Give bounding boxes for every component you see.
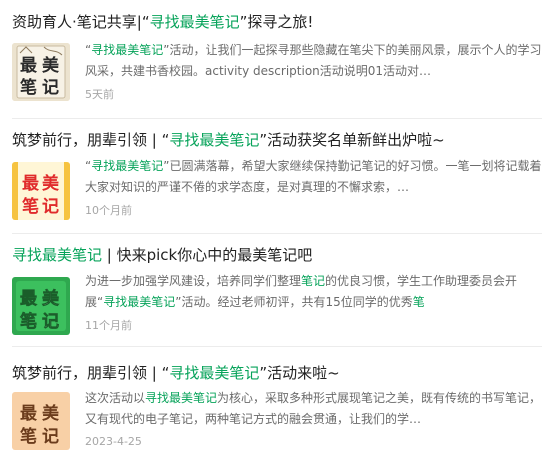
svg-text:记: 记 (42, 427, 59, 447)
svg-text:最: 最 (22, 174, 40, 194)
title-highlight: 寻找最美笔记 (169, 364, 260, 382)
svg-text:最: 最 (20, 289, 38, 309)
article-date: 2023-4-25 (85, 435, 142, 448)
title-highlight: 寻找最美笔记 (149, 13, 240, 31)
svg-text:最: 最 (20, 56, 38, 76)
article-snippet: “寻找最美笔记”已圆满落幕，希望大家继续保持勤记笔记的好习惯。一笔一划将记载着大… (85, 159, 542, 194)
title-text: 筑梦前行，朋辈引领 | “ (12, 131, 170, 149)
snippet-text: 这次活动以 (85, 391, 146, 405)
divider (12, 118, 542, 119)
svg-text:美: 美 (42, 403, 60, 424)
article-title[interactable]: 筑梦前行，朋辈引领 | “寻找最美笔记”活动获奖名单新鲜出炉啦~ (12, 130, 544, 150)
svg-text:记: 记 (42, 197, 59, 217)
article-thumbnail[interactable]: 最 美 笔 记 (12, 392, 70, 450)
snippet-highlight: 寻找最美笔记 (91, 159, 164, 173)
snippet-highlight: 寻找最美笔记 (91, 43, 164, 57)
snippet-text: 为进一步加强学风建设，培养同学们整理 (85, 274, 302, 288)
title-text: ”活动获奖名单新鲜出炉啦~ (259, 131, 445, 149)
svg-text:美: 美 (42, 173, 60, 194)
divider (12, 233, 542, 234)
article-title[interactable]: 筑梦前行，朋辈引领 | “寻找最美笔记”活动来啦~ (12, 363, 544, 383)
article-thumbnail[interactable]: 最 美 笔 记 (12, 162, 70, 220)
svg-text:笔: 笔 (20, 77, 37, 98)
snippet-text: ”活动。经过老师初评，共有15位同学的优秀 (175, 295, 413, 309)
svg-text:笔: 笔 (20, 426, 37, 447)
search-results-feed: 资助育人·笔记共享|“寻找最美笔记”探寻之旅! 最 美 笔 记 “寻找最美笔记”… (0, 0, 550, 458)
article-thumbnail[interactable]: 最 美 笔 记 (12, 43, 70, 101)
title-text: 筑梦前行，朋辈引领 | “ (12, 364, 170, 382)
snippet-highlight: 笔 (412, 295, 425, 309)
snippet-highlight: 笔记 (301, 274, 326, 288)
title-text: ”探寻之旅! (239, 13, 314, 31)
svg-text:美: 美 (42, 55, 60, 76)
svg-text:笔: 笔 (20, 311, 37, 332)
title-highlight: 寻找最美笔记 (169, 131, 260, 149)
snippet-highlight: 寻找最美笔记 (103, 295, 176, 309)
article-date: 5天前 (85, 88, 114, 101)
title-text: ”活动来啦~ (259, 364, 340, 382)
article-thumbnail[interactable]: 最 美 笔 记 (12, 277, 70, 335)
title-text: 资助育人·笔记共享|“ (12, 13, 150, 31)
svg-text:记: 记 (42, 78, 59, 98)
article-title[interactable]: 资助育人·笔记共享|“寻找最美笔记”探寻之旅! (12, 12, 544, 32)
article-date: 10个月前 (85, 204, 132, 217)
svg-text:记: 记 (42, 312, 59, 332)
svg-text:最: 最 (20, 404, 38, 424)
snippet-highlight: 寻找最美笔记 (145, 391, 218, 405)
svg-text:美: 美 (42, 288, 60, 309)
title-text: | 快来pick你心中的最美笔记吧 (102, 246, 313, 264)
article-snippet: 为进一步加强学风建设，培养同学们整理笔记的优良习惯，学生工作助理委员会开展“寻找… (85, 271, 547, 313)
article-snippet: 这次活动以寻找最美笔记为核心，采取多种形式展现笔记之美，既有传统的书写笔记，又有… (85, 388, 547, 430)
article-date: 11个月前 (85, 319, 132, 332)
article-snippet: “寻找最美笔记”活动，让我们一起探寻那些隐藏在笔尖下的美丽风景，展示个人的学习风… (85, 43, 542, 78)
svg-text:笔: 笔 (22, 196, 39, 217)
article-title[interactable]: 寻找最美笔记 | 快来pick你心中的最美笔记吧 (12, 245, 544, 265)
title-highlight: 寻找最美笔记 (12, 246, 103, 264)
divider (12, 346, 542, 347)
